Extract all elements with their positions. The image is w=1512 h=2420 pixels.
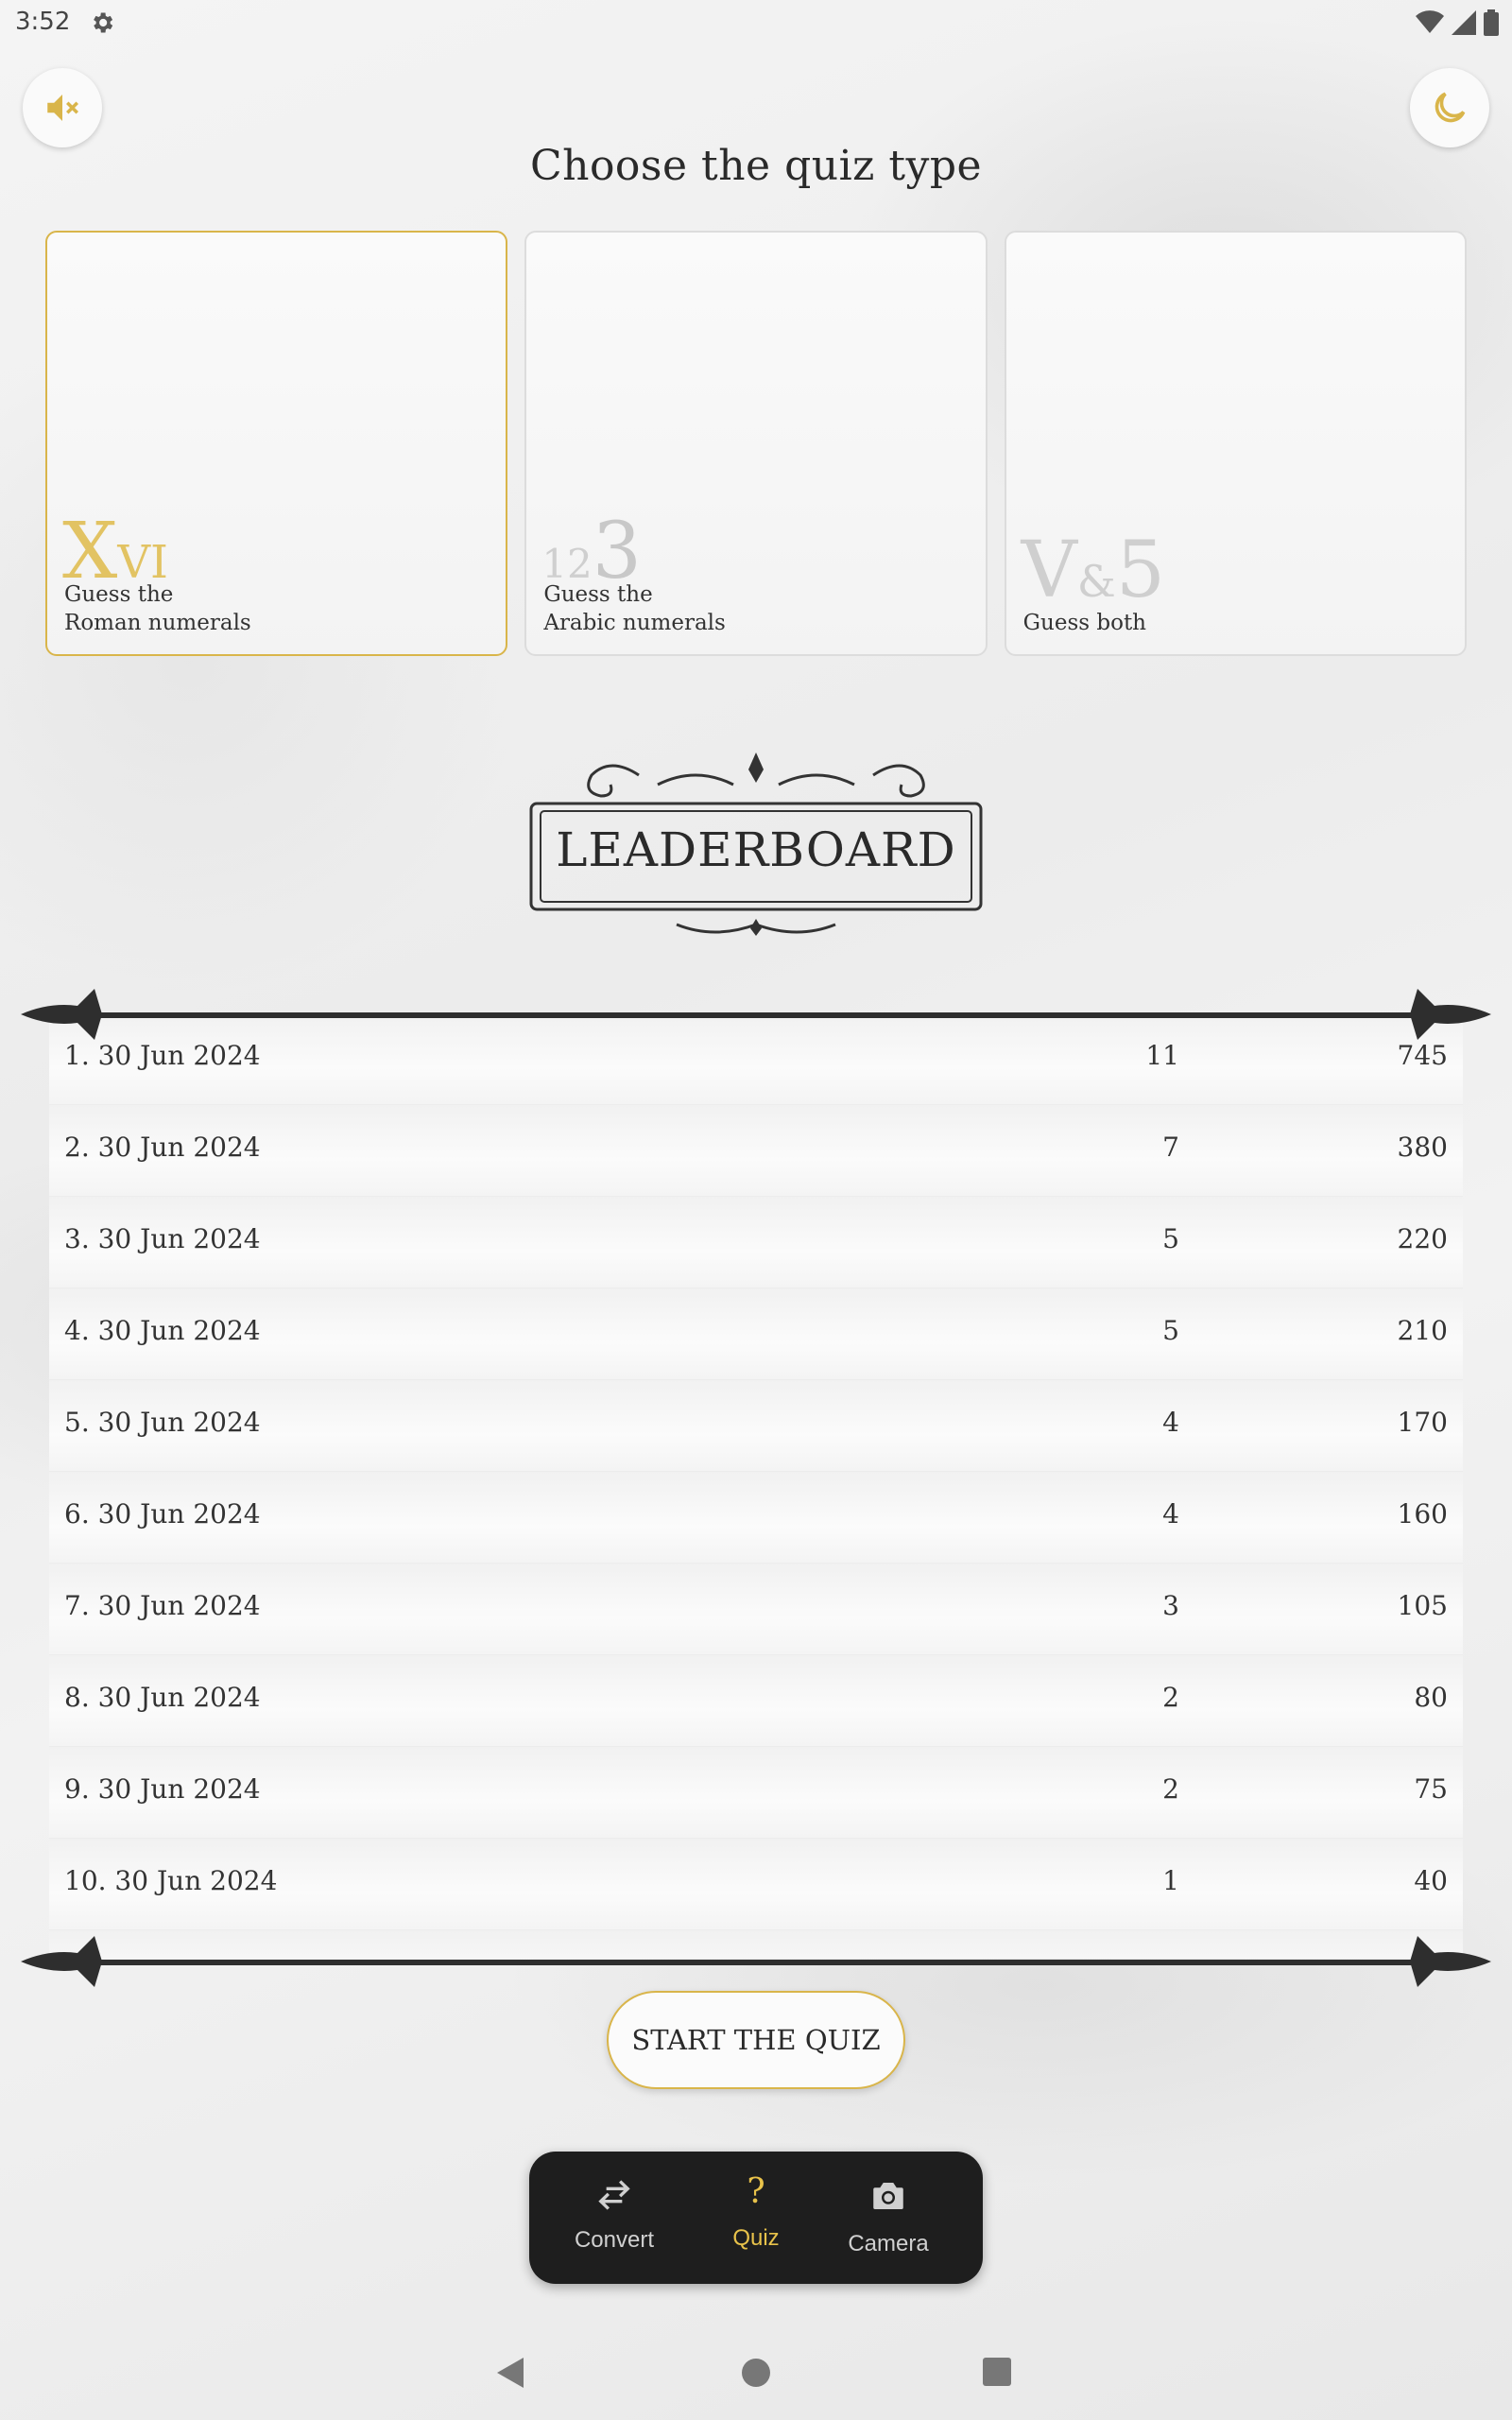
quiz-card-arabic[interactable]: 123 Guess the Arabic numerals: [524, 231, 988, 656]
row-level: 4: [1162, 1498, 1179, 1530]
row-name: 4. 30 Jun 2024: [64, 1315, 261, 1346]
mute-button[interactable]: [23, 68, 102, 147]
quiz-card-both[interactable]: V&5 Guess both: [1004, 231, 1467, 656]
table-row: 2. 30 Jun 2024 7 380: [49, 1105, 1463, 1197]
table-row: 10. 30 Jun 2024 1 40: [49, 1839, 1463, 1930]
table-row: 3. 30 Jun 2024 5 220: [49, 1197, 1463, 1288]
row-score: 210: [1397, 1315, 1448, 1346]
back-icon[interactable]: [497, 2358, 525, 2388]
sound-off-icon: [47, 95, 78, 121]
row-level: 5: [1162, 1223, 1179, 1254]
signal-icon: [1452, 10, 1476, 35]
table-row: 8. 30 Jun 2024 2 80: [49, 1655, 1463, 1747]
system-nav-bar: [0, 2350, 1512, 2395]
row-name: 2. 30 Jun 2024: [64, 1132, 261, 1163]
quiz-card-label: Guess the Roman numerals: [64, 582, 251, 635]
table-row: 6. 30 Jun 2024 4 160: [49, 1472, 1463, 1564]
battery-icon: [1484, 9, 1499, 36]
nav-item-convert[interactable]: Convert: [548, 2152, 680, 2284]
camera-icon: [873, 2183, 903, 2209]
start-quiz-button[interactable]: START THE QUIZ: [607, 1991, 905, 2089]
row-score: 75: [1414, 1773, 1448, 1805]
table-row: 4. 30 Jun 2024 5 210: [49, 1288, 1463, 1380]
top-divider: [21, 989, 1491, 1040]
wifi-icon: [1416, 10, 1444, 33]
row-name: 3. 30 Jun 2024: [64, 1223, 261, 1254]
row-name: 6. 30 Jun 2024: [64, 1498, 261, 1530]
row-level: 7: [1162, 1132, 1179, 1163]
row-level: 5: [1162, 1315, 1179, 1346]
row-score: 220: [1397, 1223, 1448, 1254]
row-score: 40: [1414, 1865, 1448, 1896]
settings-gear-icon: [94, 12, 113, 33]
night-mode-button[interactable]: [1410, 68, 1489, 147]
bottom-divider: [21, 1936, 1491, 1987]
row-level: 3: [1162, 1590, 1179, 1621]
home-icon[interactable]: [741, 2358, 771, 2388]
row-score: 105: [1397, 1590, 1448, 1621]
row-name: 9. 30 Jun 2024: [64, 1773, 261, 1805]
row-level: 2: [1162, 1682, 1179, 1713]
bottom-nav: Convert ? Quiz Camera: [529, 2152, 983, 2284]
table-row: 9. 30 Jun 2024 2 75: [49, 1747, 1463, 1839]
page-title: Choose the quiz type: [529, 142, 983, 190]
row-level: 2: [1162, 1773, 1179, 1805]
swap-icon: [598, 2180, 630, 2210]
nav-item-quiz[interactable]: ? Quiz: [690, 2152, 822, 2284]
nav-item-camera[interactable]: Camera: [822, 2152, 954, 2284]
table-row: 5. 30 Jun 2024 4 170: [49, 1380, 1463, 1472]
status-time: 3:52: [15, 8, 71, 36]
quiz-card-roman[interactable]: XVI Guess the Roman numerals: [45, 231, 508, 656]
question-icon: ?: [747, 2172, 765, 2211]
row-level: 4: [1162, 1407, 1179, 1438]
row-name: 7. 30 Jun 2024: [64, 1590, 261, 1621]
row-level: 1: [1162, 1865, 1179, 1896]
moon-icon: [1435, 92, 1466, 123]
row-score: 160: [1397, 1498, 1448, 1530]
row-score: 80: [1414, 1682, 1448, 1713]
quiz-card-label: Guess both: [1022, 611, 1146, 635]
row-score: 380: [1397, 1132, 1448, 1163]
recents-icon[interactable]: [983, 2358, 1011, 2386]
row-name: 8. 30 Jun 2024: [64, 1682, 261, 1713]
row-name: 5. 30 Jun 2024: [64, 1407, 261, 1438]
table-row: 7. 30 Jun 2024 3 105: [49, 1564, 1463, 1655]
status-bar: 3:52: [0, 0, 1512, 47]
both-glyph: V&5: [1021, 526, 1165, 615]
row-score: 170: [1397, 1407, 1448, 1438]
quiz-type-cards: XVI Guess the Roman numerals 123 Guess t…: [45, 231, 1467, 658]
leaderboard-table[interactable]: 1. 30 Jun 2024 11 745 2. 30 Jun 2024 7 380 3. …: [49, 1013, 1463, 1959]
leaderboard-title: LEADERBOARD: [556, 822, 956, 877]
row-name: 10. 30 Jun 2024: [64, 1865, 278, 1896]
quiz-card-label: Guess the Arabic numerals: [543, 582, 726, 635]
